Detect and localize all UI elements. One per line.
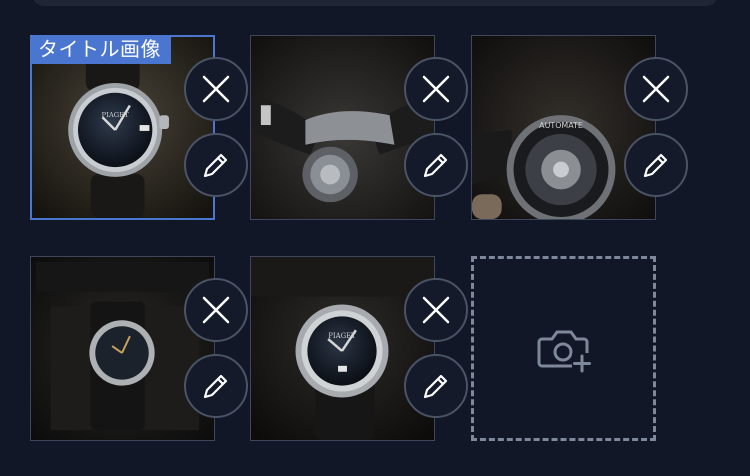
pencil-icon: [203, 374, 228, 399]
delete-photo-5-button[interactable]: [404, 278, 468, 342]
close-icon: [202, 75, 230, 103]
close-icon: [202, 296, 230, 324]
close-icon: [422, 75, 450, 103]
svg-text:PIAGET: PIAGET: [102, 111, 130, 119]
edit-photo-2-button[interactable]: [404, 133, 468, 197]
svg-text:AUTOMATE: AUTOMATE: [539, 121, 583, 130]
camera-add-icon: [537, 330, 592, 373]
photo-tile-4[interactable]: [30, 256, 215, 441]
close-icon: [422, 296, 450, 324]
delete-photo-2-button[interactable]: [404, 57, 468, 121]
pencil-icon: [203, 153, 228, 178]
delete-photo-3-button[interactable]: [624, 57, 688, 121]
top-panel-edge: [32, 0, 718, 6]
photo-tile-2[interactable]: [250, 35, 435, 220]
edit-photo-5-button[interactable]: [404, 354, 468, 418]
photo-tile-5[interactable]: PIAGET: [250, 256, 435, 441]
pencil-icon: [423, 153, 448, 178]
watch-photo-5: PIAGET: [251, 257, 434, 440]
delete-photo-4-button[interactable]: [184, 278, 248, 342]
watch-photo-3: AUTOMATE: [472, 36, 655, 219]
delete-photo-1-button[interactable]: [184, 57, 248, 121]
edit-photo-4-button[interactable]: [184, 354, 248, 418]
photo-tile-3[interactable]: AUTOMATE: [471, 35, 656, 220]
pencil-icon: [423, 374, 448, 399]
title-image-badge: タイトル画像: [30, 35, 171, 64]
svg-text:PIAGET: PIAGET: [328, 332, 356, 340]
edit-photo-3-button[interactable]: [624, 133, 688, 197]
edit-photo-1-button[interactable]: [184, 133, 248, 197]
close-icon: [642, 75, 670, 103]
add-photo-button[interactable]: [471, 256, 656, 441]
watch-photo-4: [31, 257, 214, 440]
watch-photo-2: [251, 36, 434, 219]
pencil-icon: [643, 153, 668, 178]
watch-photo-1: PIAGET: [32, 37, 213, 218]
